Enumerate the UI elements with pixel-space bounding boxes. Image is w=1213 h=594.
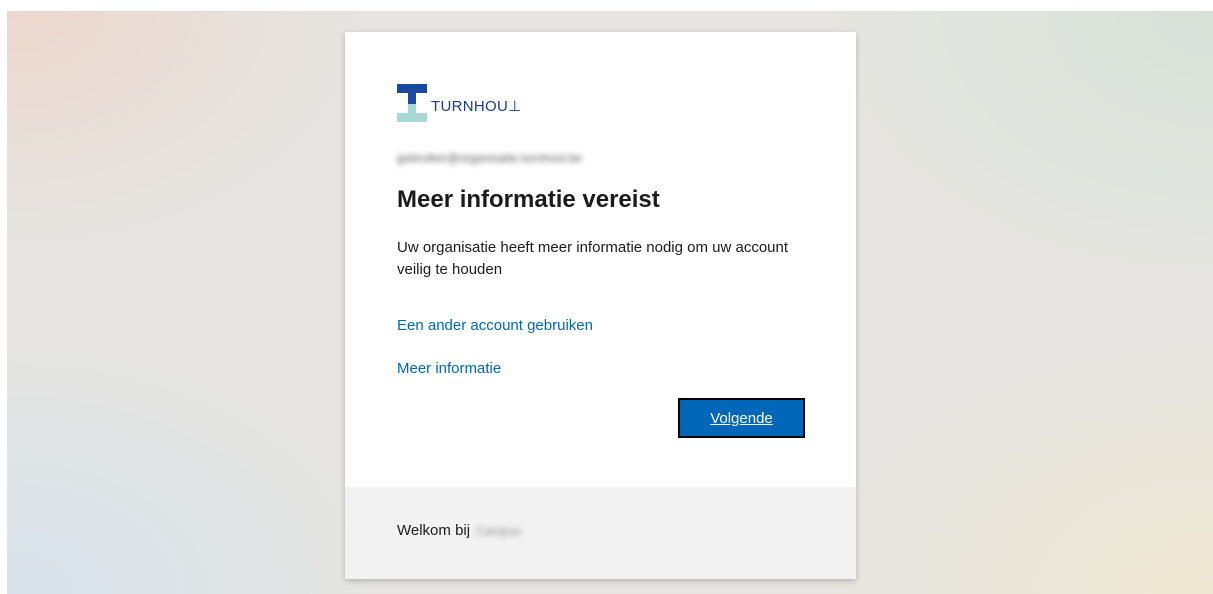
use-other-account-link[interactable]: Een ander account gebruiken: [397, 317, 593, 334]
organization-name: Campus: [476, 524, 521, 538]
logo-text: TURNHOU⊥: [431, 98, 522, 115]
welcome-text: Welkom bij Campus: [397, 522, 521, 539]
sign-in-card: TURNHOU⊥ gebruiker@organisatie.turnhout.…: [345, 32, 856, 579]
welcome-label: Welkom bij: [397, 522, 471, 539]
more-info-link[interactable]: Meer informatie: [397, 360, 501, 377]
organization-logo: TURNHOU⊥: [397, 84, 547, 124]
description-text: Uw organisatie heeft meer informatie nod…: [397, 239, 789, 278]
card-body: TURNHOU⊥ gebruiker@organisatie.turnhout.…: [345, 32, 856, 487]
card-footer: Welkom bij Campus: [345, 487, 856, 579]
page-title: Meer informatie vereist: [397, 186, 660, 213]
account-email: gebruiker@organisatie.turnhout.be: [397, 151, 582, 165]
turnhout-logo-icon: [397, 84, 427, 122]
next-button[interactable]: Volgende: [678, 398, 805, 438]
